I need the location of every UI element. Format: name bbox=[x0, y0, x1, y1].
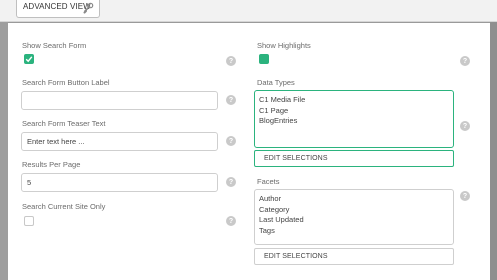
facets-item: Last Updated bbox=[259, 215, 304, 224]
modal-backdrop-left bbox=[0, 0, 8, 280]
show-highlights-checkbox[interactable] bbox=[259, 54, 269, 64]
search-form-teaser-text-input[interactable]: Enter text here ... bbox=[21, 132, 218, 151]
results-per-page-label: Results Per Page bbox=[22, 160, 81, 169]
show-search-form-checkbox[interactable] bbox=[24, 54, 34, 64]
data-types-item: C1 Media File bbox=[259, 95, 306, 104]
facets-edit-selections-button[interactable]: EDIT SELECTIONS bbox=[254, 248, 454, 265]
help-icon[interactable]: ? bbox=[226, 56, 236, 66]
advanced-view-label: ADVANCED VIEW bbox=[23, 2, 91, 11]
advanced-view-button[interactable]: ADVANCED VIEW bbox=[16, 0, 100, 18]
help-icon[interactable]: ? bbox=[226, 95, 236, 105]
data-types-item: C1 Page bbox=[259, 105, 289, 115]
results-per-page-input[interactable]: 5 bbox=[21, 173, 218, 192]
facets-item: Category bbox=[259, 204, 290, 214]
settings-panel: Show Search Form ? Search Form Button La… bbox=[8, 23, 490, 280]
facets-label: Facets bbox=[257, 177, 280, 186]
help-icon[interactable]: ? bbox=[226, 136, 236, 146]
help-icon[interactable]: ? bbox=[226, 177, 236, 187]
data-types-label: Data Types bbox=[257, 78, 295, 87]
modal-backdrop-right bbox=[490, 0, 497, 280]
help-icon[interactable]: ? bbox=[460, 121, 470, 131]
show-highlights-label: Show Highlights bbox=[257, 41, 311, 50]
search-form-button-label-input[interactable] bbox=[21, 91, 218, 110]
search-form-button-label-label: Search Form Button Label bbox=[22, 78, 110, 87]
help-icon[interactable]: ? bbox=[226, 216, 236, 226]
search-current-site-only-checkbox[interactable] bbox=[24, 216, 34, 226]
data-types-item: BlogEntries bbox=[259, 116, 298, 125]
checkmark-icon bbox=[25, 56, 33, 63]
help-icon[interactable]: ? bbox=[460, 56, 470, 66]
search-current-site-only-label: Search Current Site Only bbox=[22, 202, 106, 211]
data-types-list[interactable]: C1 Media File C1 Page BlogEntries bbox=[254, 90, 454, 148]
settings-wrench-icon bbox=[83, 2, 94, 14]
facets-item: Tags bbox=[259, 225, 275, 235]
facets-list[interactable]: Author Category Last Updated Tags bbox=[254, 189, 454, 245]
facets-item: Author bbox=[259, 194, 282, 203]
show-search-form-label: Show Search Form bbox=[22, 41, 87, 50]
toolbar: ADVANCED VIEW bbox=[0, 0, 497, 22]
search-form-teaser-text-label: Search Form Teaser Text bbox=[22, 119, 106, 128]
data-types-edit-selections-button[interactable]: EDIT SELECTIONS bbox=[254, 150, 454, 167]
help-icon[interactable]: ? bbox=[460, 191, 470, 201]
